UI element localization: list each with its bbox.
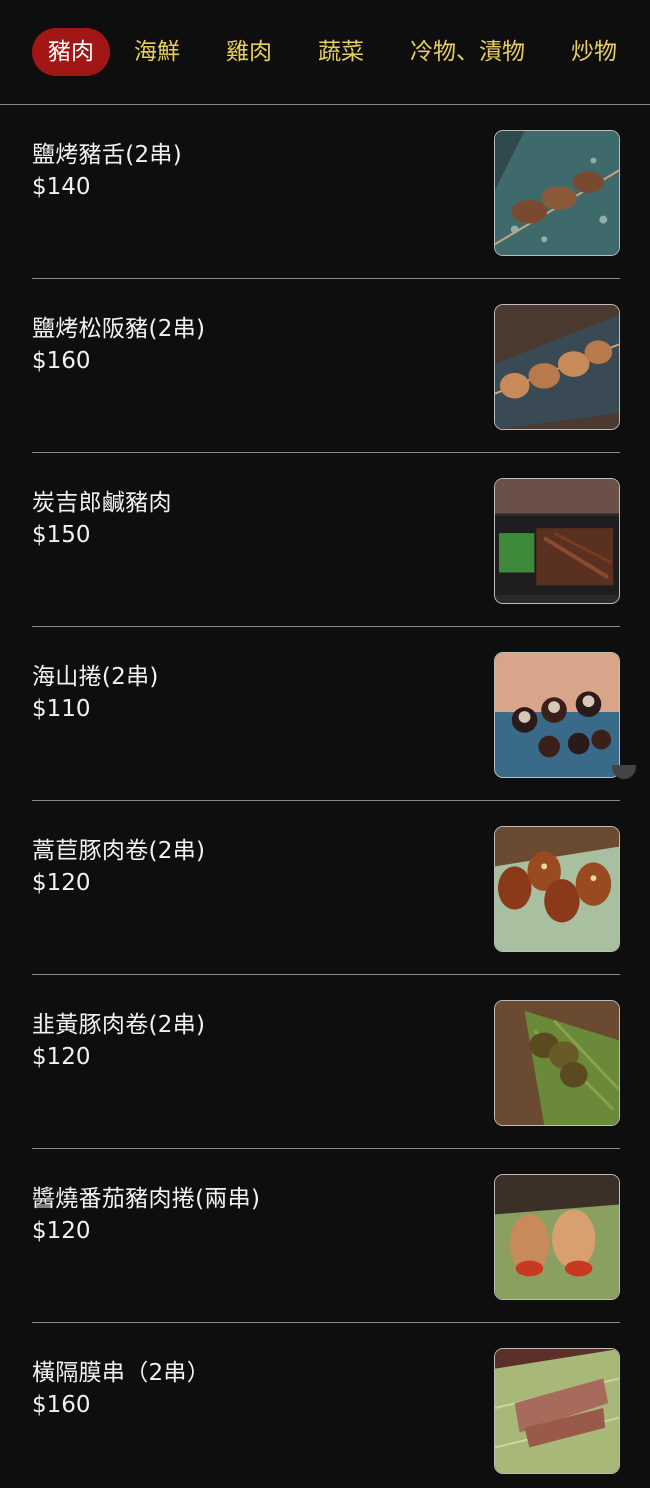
tab-seafood[interactable]: 海鮮 bbox=[120, 28, 194, 76]
menu-item-price: $140 bbox=[32, 174, 91, 200]
menu-item-price: $120 bbox=[32, 1044, 91, 1070]
menu-item-name: 鹽烤松阪豬(2串) bbox=[32, 316, 206, 342]
tab-stir-fried[interactable]: 炒物 bbox=[557, 28, 631, 76]
food-photo[interactable] bbox=[494, 826, 620, 952]
food-photo[interactable] bbox=[494, 304, 620, 430]
food-photo[interactable] bbox=[494, 130, 620, 256]
menu-item[interactable]: 韭黃豚肉卷(2串) $120 bbox=[32, 975, 620, 1149]
menu-item[interactable]: 蒿苣豚肉卷(2串) $120 bbox=[32, 801, 620, 975]
menu-item-price: $110 bbox=[32, 696, 91, 722]
menu-list: 鹽烤豬舌(2串) $140 鹽烤松阪豬(2串) $160 炭吉郎鹹豬肉 $150… bbox=[0, 105, 650, 1488]
menu-item-price: $120 bbox=[32, 1218, 91, 1244]
food-photo[interactable] bbox=[494, 1348, 620, 1474]
food-photo[interactable] bbox=[494, 1174, 620, 1300]
menu-item[interactable]: 醬燒番茄豬肉捲(兩串) $120 bbox=[32, 1149, 620, 1323]
menu-item[interactable]: 鹽烤豬舌(2串) $140 bbox=[32, 105, 620, 279]
menu-item[interactable]: 炭吉郎鹹豬肉 $150 bbox=[32, 453, 620, 627]
menu-item-name: 海山捲(2串) bbox=[32, 664, 159, 690]
menu-item-price: $160 bbox=[32, 348, 91, 374]
menu-item-name: 蒿苣豚肉卷(2串) bbox=[32, 838, 206, 864]
tab-chicken[interactable]: 雞肉 bbox=[212, 28, 286, 76]
menu-item[interactable]: 鹽烤松阪豬(2串) $160 bbox=[32, 279, 620, 453]
food-photo[interactable] bbox=[494, 652, 620, 778]
tab-cold-pickled[interactable]: 冷物、漬物 bbox=[396, 28, 539, 76]
menu-item-price: $120 bbox=[32, 870, 91, 896]
food-photo[interactable] bbox=[494, 1000, 620, 1126]
tab-vegetables[interactable]: 蔬菜 bbox=[304, 28, 378, 76]
menu-item-name: 醬燒番茄豬肉捲(兩串) bbox=[32, 1186, 261, 1212]
menu-item-price: $150 bbox=[32, 522, 91, 548]
menu-item-name: 炭吉郎鹹豬肉 bbox=[32, 490, 172, 516]
food-photo[interactable] bbox=[494, 478, 620, 604]
menu-item-name: 鹽烤豬舌(2串) bbox=[32, 142, 182, 168]
menu-item-name: 橫隔膜串（2串） bbox=[32, 1360, 211, 1386]
menu-item[interactable]: 海山捲(2串) $110 bbox=[32, 627, 620, 801]
category-tab-bar: 豬肉 海鮮 雞肉 蔬菜 冷物、漬物 炒物 bbox=[0, 0, 650, 105]
menu-item-price: $160 bbox=[32, 1392, 91, 1418]
menu-item[interactable]: 橫隔膜串（2串） $160 bbox=[32, 1323, 620, 1488]
menu-item-name: 韭黃豚肉卷(2串) bbox=[32, 1012, 206, 1038]
tab-pork[interactable]: 豬肉 bbox=[32, 28, 110, 76]
